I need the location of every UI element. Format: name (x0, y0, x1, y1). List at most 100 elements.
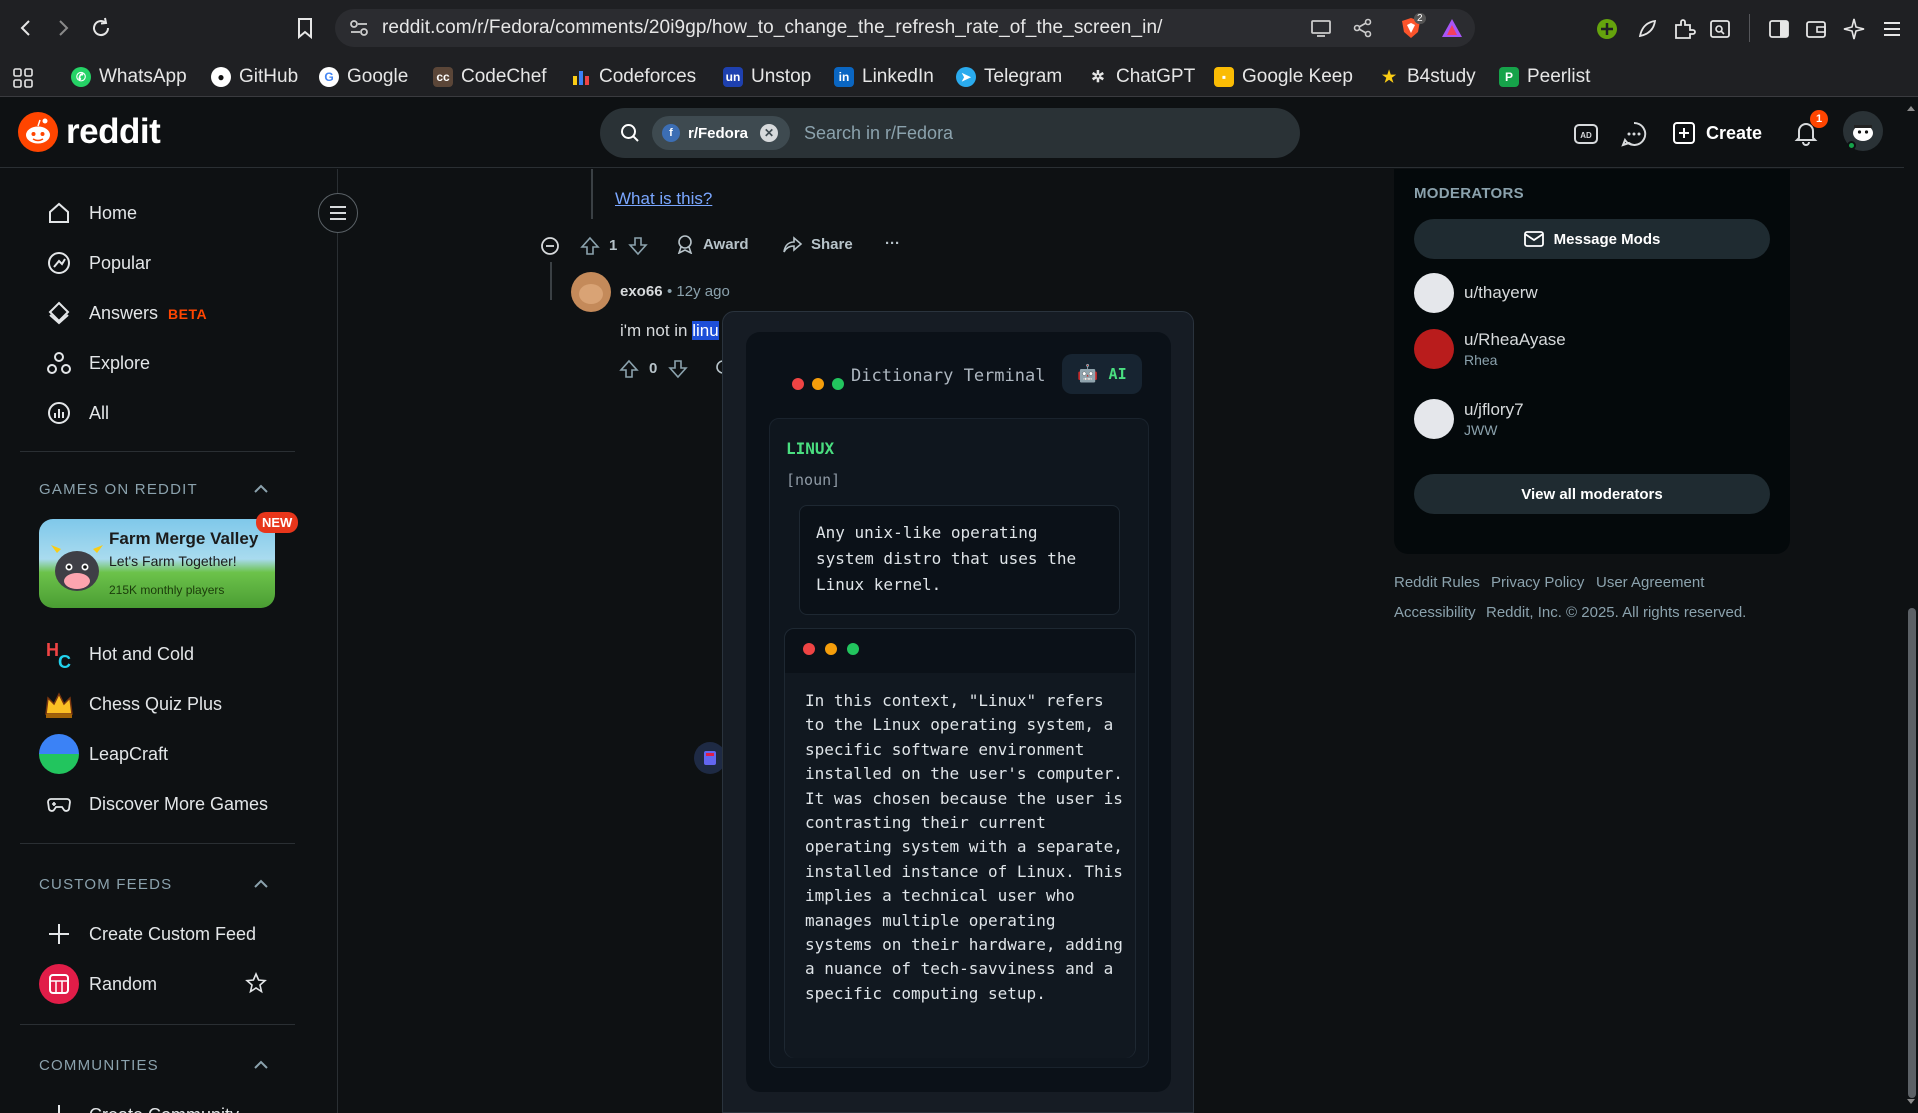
featured-game-card[interactable]: Farm Merge Valley Let's Farm Together! 2… (39, 519, 275, 608)
advertise-icon[interactable]: AD (1572, 120, 1600, 148)
reload-button[interactable] (87, 14, 115, 42)
minimize-dot[interactable] (812, 378, 824, 390)
chevron-up-icon[interactable] (251, 479, 271, 499)
search-bar[interactable]: f r/Fedora ✕ Search in r/Fedora (600, 108, 1300, 158)
extension-green-icon[interactable] (1596, 18, 1618, 40)
notifications-button[interactable]: 1 (1792, 110, 1828, 148)
create-post-button[interactable]: Create (1672, 114, 1762, 152)
wallet-icon[interactable] (1804, 17, 1828, 41)
downvote-icon[interactable] (628, 236, 648, 256)
subreddit-filter-chip[interactable]: f r/Fedora ✕ (652, 116, 790, 150)
downvote-icon[interactable] (668, 359, 688, 379)
sidebar-toggle-icon[interactable] (1767, 17, 1791, 41)
search-icon (621, 124, 639, 142)
back-button[interactable] (12, 14, 40, 42)
nav-answers[interactable]: Answers BETA (20, 289, 295, 337)
main-menu-icon[interactable] (1880, 17, 1904, 41)
chevron-up-icon[interactable] (251, 1055, 271, 1075)
custom-feed-random[interactable]: Random (20, 960, 295, 1008)
bookmark-whatsapp[interactable]: ✆ WhatsApp (71, 65, 187, 89)
footer-copyright: Reddit, Inc. © 2025. All rights reserved… (1486, 604, 1747, 621)
terminal-window: Dictionary Terminal 🤖 AI LINUX [noun] An… (746, 332, 1171, 1092)
chat-icon[interactable] (1620, 120, 1648, 148)
moderator-row[interactable]: u/thayerw (1414, 269, 1538, 317)
clear-chip-icon[interactable]: ✕ (760, 124, 779, 142)
reddit-logo[interactable]: reddit (18, 112, 161, 152)
footer-link-accessibility[interactable]: Accessibility (1394, 604, 1476, 621)
mod-flair: JWW (1464, 422, 1498, 438)
what-is-this-link[interactable]: What is this? (615, 189, 712, 209)
footer-link-rules[interactable]: Reddit Rules (1394, 574, 1480, 591)
comment-author[interactable]: exo66 (620, 283, 663, 300)
communities-heading[interactable]: COMMUNITIES (39, 1057, 159, 1074)
featured-game-subtitle: Let's Farm Together! (109, 553, 237, 569)
bookmark-unstop[interactable]: un Unstop (723, 65, 811, 89)
bookmark-b4study[interactable]: ★ B4study (1379, 65, 1476, 89)
screenshot-icon[interactable] (1708, 17, 1732, 41)
nav-popular[interactable]: Popular (20, 239, 295, 287)
footer-link-agreement[interactable]: User Agreement (1596, 574, 1704, 591)
forward-button[interactable] (49, 14, 77, 42)
nav-all[interactable]: All (20, 389, 295, 437)
upvote-icon[interactable] (619, 359, 639, 379)
bookmark-github[interactable]: ● GitHub (211, 65, 298, 89)
star-favorite-icon[interactable] (245, 972, 267, 994)
site-settings-icon[interactable] (349, 19, 369, 37)
bookmark-codeforces[interactable]: Codeforces (571, 65, 696, 89)
bookmark-google[interactable]: G Google (319, 65, 408, 89)
ai-badge[interactable]: 🤖 AI (1062, 354, 1142, 394)
view-all-moderators-button[interactable]: View all moderators (1414, 474, 1770, 514)
search-input[interactable]: Search in r/Fedora (804, 123, 953, 144)
user-avatar[interactable] (1843, 111, 1883, 151)
discover-more-games[interactable]: Discover More Games (20, 780, 295, 828)
share-page-icon[interactable] (1353, 18, 1373, 38)
share-button[interactable]: Share (783, 234, 853, 254)
brave-rewards-icon[interactable] (1441, 18, 1463, 38)
bookmark-page-button[interactable] (291, 14, 319, 42)
cast-icon[interactable] (1310, 19, 1332, 37)
online-status-dot (1847, 141, 1856, 150)
more-options-button[interactable]: ··· (885, 235, 900, 252)
explore-icon (47, 352, 71, 374)
game-chess-quiz-plus[interactable]: Chess Quiz Plus (20, 680, 295, 728)
scroll-down-icon[interactable] (1906, 1098, 1916, 1106)
codeforces-icon (571, 67, 591, 87)
scroll-up-icon[interactable] (1906, 104, 1916, 112)
extension-leaf-icon[interactable] (1636, 18, 1658, 40)
all-icon (48, 402, 70, 424)
award-button[interactable]: Award (675, 234, 749, 254)
nav-home[interactable]: Home (20, 189, 295, 237)
apps-grid-icon[interactable] (12, 67, 34, 89)
game-hot-and-cold[interactable]: HC Hot and Cold (20, 630, 295, 678)
game-leapcraft[interactable]: LeapCraft (20, 730, 295, 778)
upvote-icon[interactable] (580, 236, 600, 256)
moderator-row[interactable]: u/RheaAyase Rhea (1414, 325, 1566, 373)
comment-author-avatar[interactable] (571, 272, 611, 312)
brave-shield-icon[interactable]: 2 (1400, 13, 1426, 39)
message-mods-button[interactable]: Message Mods (1414, 219, 1770, 259)
collapse-sidebar-button[interactable] (318, 193, 358, 233)
chevron-up-icon[interactable] (251, 874, 271, 894)
bookmark-peerlist[interactable]: P Peerlist (1499, 65, 1590, 89)
leo-ai-icon[interactable] (1842, 17, 1866, 41)
footer-link-privacy[interactable]: Privacy Policy (1491, 574, 1584, 591)
bookmark-chatgpt[interactable]: ✲ ChatGPT (1088, 65, 1195, 89)
page-scrollbar[interactable] (1904, 98, 1918, 1113)
maximize-dot[interactable] (832, 378, 844, 390)
bookmark-linkedin[interactable]: in LinkedIn (834, 65, 934, 89)
collapse-comment-icon[interactable] (540, 236, 560, 256)
bookmark-codechef[interactable]: cc CodeChef (433, 65, 547, 89)
close-dot[interactable] (792, 378, 804, 390)
bookmark-google-keep[interactable]: ▪ Google Keep (1214, 65, 1353, 89)
nav-explore[interactable]: Explore (20, 339, 295, 387)
create-plus-icon (1673, 122, 1695, 144)
moderator-row[interactable]: u/jflory7 JWW (1414, 395, 1524, 443)
games-section-heading[interactable]: GAMES ON REDDIT (39, 481, 198, 498)
custom-feeds-heading[interactable]: CUSTOM FEEDS (39, 876, 172, 893)
address-bar[interactable]: reddit.com/r/Fedora/comments/20i9gp/how_… (335, 9, 1475, 47)
extensions-puzzle-icon[interactable] (1672, 17, 1696, 41)
bookmark-telegram[interactable]: ➤ Telegram (956, 65, 1062, 89)
create-community[interactable]: Create Community (20, 1091, 295, 1113)
create-custom-feed[interactable]: Create Custom Feed (20, 910, 295, 958)
scrollbar-thumb[interactable] (1908, 608, 1916, 1098)
